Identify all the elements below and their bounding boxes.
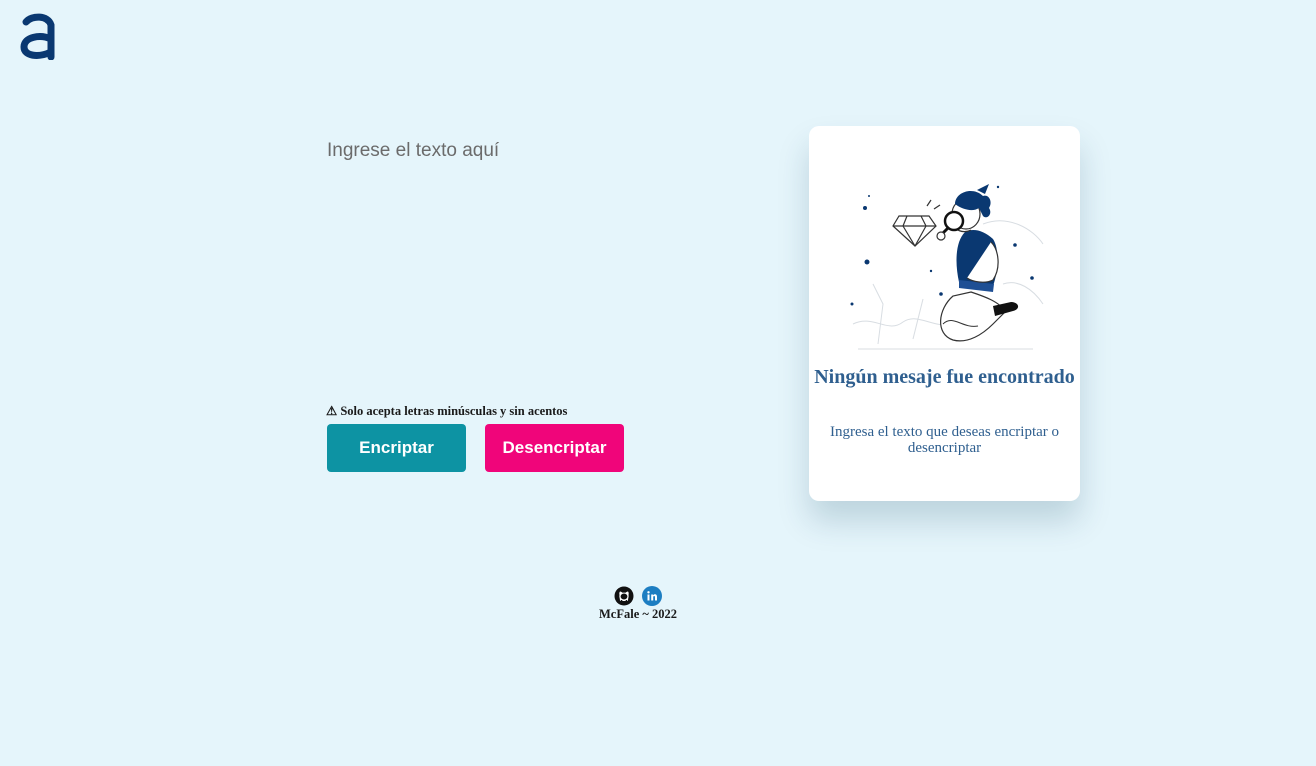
footer-links — [578, 586, 698, 606]
logo[interactable] — [18, 12, 58, 61]
result-title: Ningún mesaje fue encontrado — [814, 366, 1075, 388]
person-with-magnifying-glass-illustration — [850, 184, 1044, 350]
encrypt-button[interactable]: Encriptar — [327, 424, 466, 472]
input-warning: ⚠ Solo acepta letras minúsculas y sin ac… — [326, 404, 568, 418]
result-subtitle: Ingresa el texto que deseas encriptar o … — [829, 424, 1060, 456]
message-input[interactable] — [327, 138, 747, 390]
github-icon[interactable] — [614, 586, 634, 606]
alura-a-logo-icon — [20, 13, 55, 61]
result-panel: Ningún mesaje fue encontrado Ingresa el … — [809, 126, 1080, 501]
footer-credit: McFale ~ 2022 — [598, 607, 677, 621]
linkedin-icon[interactable] — [642, 586, 662, 606]
footer: McFale ~ 2022 — [578, 586, 698, 622]
decrypt-button[interactable]: Desencriptar — [485, 424, 624, 472]
